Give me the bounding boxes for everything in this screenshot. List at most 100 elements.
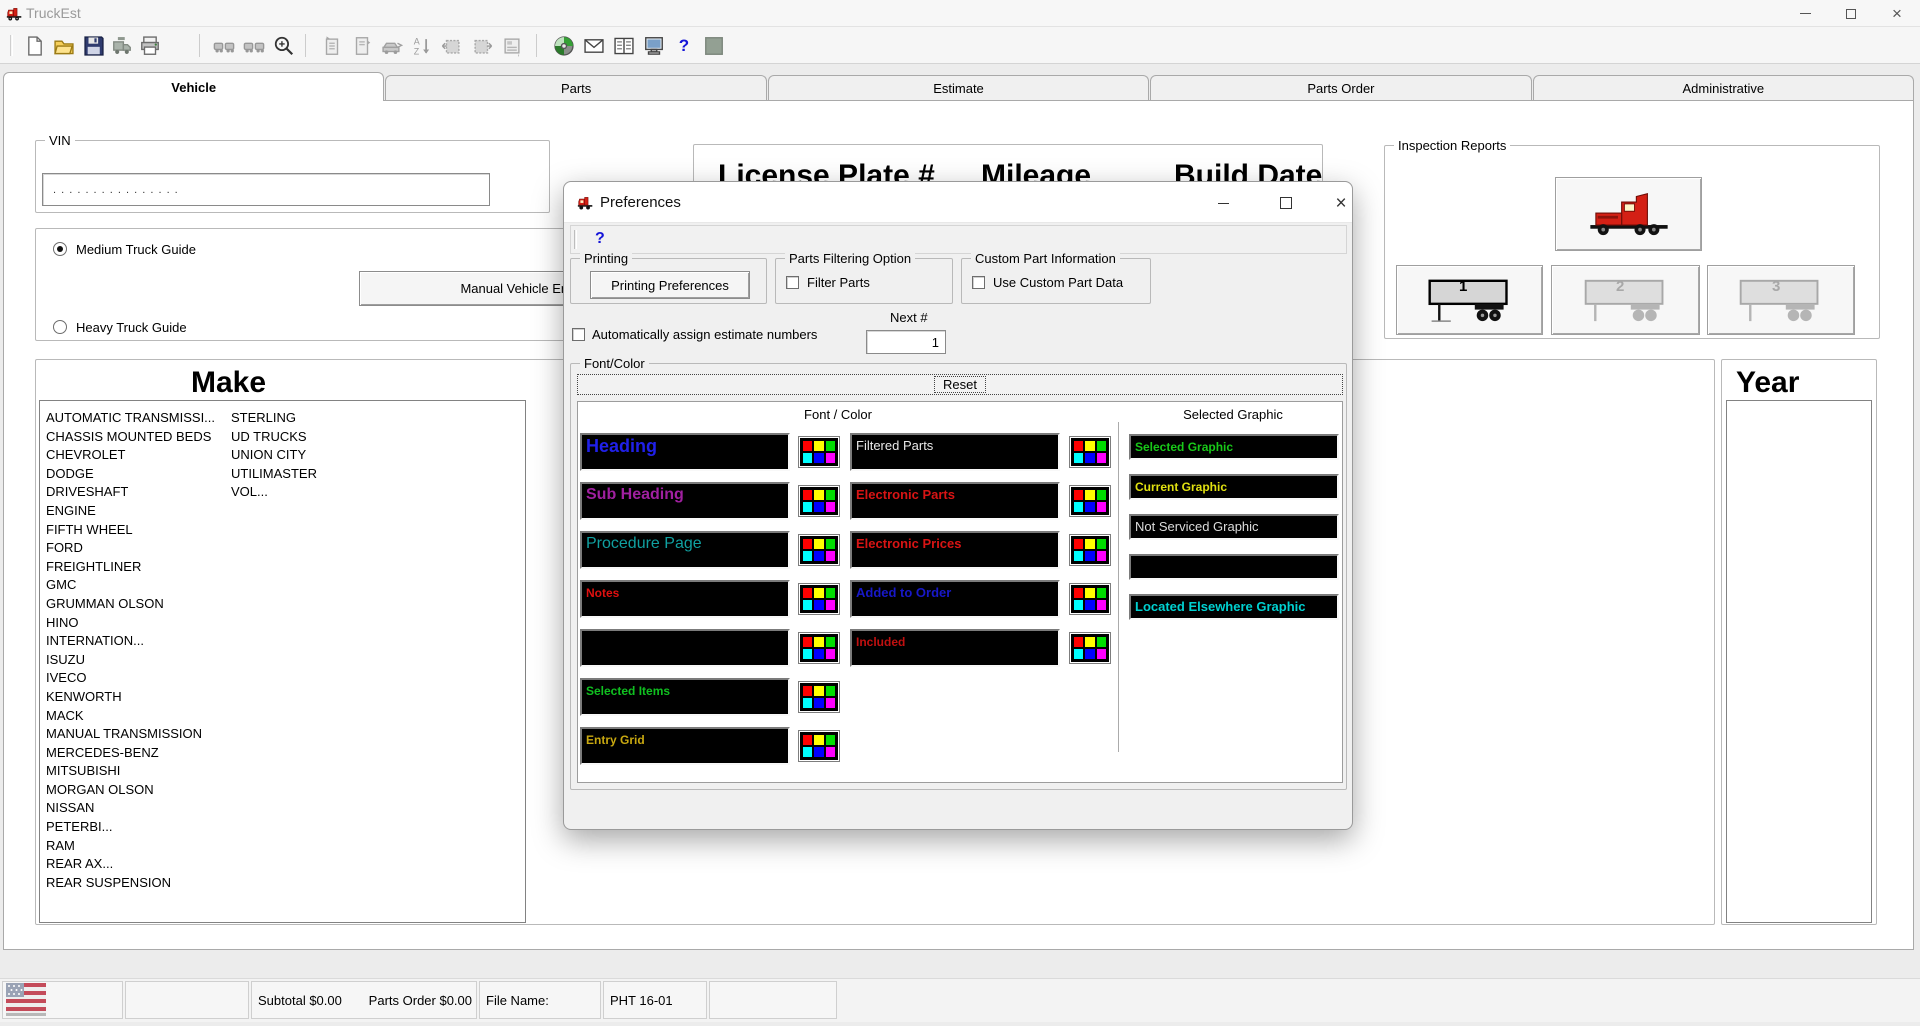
color-swatch-button[interactable] (798, 583, 840, 615)
color-swatch-button[interactable] (1069, 485, 1111, 517)
computer-icon[interactable] (640, 32, 668, 60)
color-swatch-button[interactable] (798, 730, 840, 762)
graphic-previous-icon[interactable] (438, 32, 466, 60)
selected-graphic-style-box[interactable]: Selected Graphic (1129, 434, 1339, 460)
trailer-2-report-button[interactable]: 2 (1551, 265, 1700, 335)
electronic-parts-style-box[interactable]: Electronic Parts (850, 482, 1060, 520)
minimize-button[interactable] (1782, 0, 1828, 27)
save-icon[interactable] (80, 32, 108, 60)
list-item[interactable]: GRUMMAN OLSON (40, 596, 215, 615)
list-item[interactable]: VOL... (225, 484, 317, 503)
print-icon[interactable] (136, 32, 164, 60)
list-item[interactable]: STERLING (225, 410, 317, 429)
color-swatch-button[interactable] (798, 632, 840, 664)
list-item[interactable]: FIFTH WHEEL (40, 522, 215, 541)
notes-style-box[interactable]: Notes (580, 580, 790, 618)
tab-parts-order[interactable]: Parts Order (1150, 75, 1531, 101)
parts-table-icon[interactable] (610, 32, 638, 60)
color-swatch-button[interactable] (1069, 632, 1111, 664)
not-serviced-graphic-style-box[interactable]: Not Serviced Graphic (1129, 514, 1339, 540)
list-item[interactable]: UD TRUCKS (225, 429, 317, 448)
zoom-icon[interactable] (270, 32, 298, 60)
tractor-report-button[interactable] (1555, 177, 1702, 251)
make-listbox[interactable]: AUTOMATIC TRANSMISSI...CHASSIS MOUNTED B… (39, 400, 526, 923)
list-item[interactable]: FORD (40, 540, 215, 559)
heavy-truck-guide-radio[interactable] (53, 320, 67, 334)
printing-preferences-button[interactable]: Printing Preferences (590, 271, 750, 299)
heading-style-box[interactable]: Heading (580, 433, 790, 471)
list-item[interactable]: MACK (40, 708, 215, 727)
filtered-parts-style-box[interactable]: Filtered Parts (850, 433, 1060, 471)
list-item[interactable]: MORGAN OLSON (40, 782, 215, 801)
list-item[interactable]: IVECO (40, 670, 215, 689)
list-item[interactable]: DRIVESHAFT (40, 484, 215, 503)
dialog-minimize-button[interactable] (1208, 190, 1238, 216)
list-item[interactable]: INTERNATION... (40, 633, 215, 652)
list-item[interactable]: KENWORTH (40, 689, 215, 708)
color-swatch-button[interactable] (1069, 583, 1111, 615)
trailer-1-report-button[interactable]: 1 (1396, 265, 1543, 335)
added-to-order-style-box[interactable]: Added to Order (850, 580, 1060, 618)
tab-vehicle[interactable]: Vehicle (3, 72, 384, 101)
entry-grid-style-box[interactable]: Entry Grid (580, 727, 790, 765)
color-swatch-button[interactable] (1069, 534, 1111, 566)
page-setup-icon[interactable]: , (498, 32, 526, 60)
list-item[interactable]: RAM (40, 838, 215, 857)
list-item[interactable]: PETERBI... (40, 819, 215, 838)
reset-button[interactable]: Reset (577, 374, 1343, 395)
list-item[interactable]: REAR AX... (40, 856, 215, 875)
tab-parts[interactable]: Parts (385, 75, 766, 101)
empty-graphic-style-box[interactable] (1129, 554, 1339, 580)
next-number-input[interactable]: 1 (866, 330, 946, 354)
list-item[interactable]: MERCEDES-BENZ (40, 745, 215, 764)
list-item[interactable]: REAR SUSPENSION (40, 875, 215, 894)
open-file-icon[interactable] (50, 32, 78, 60)
empty-style-box[interactable] (580, 629, 790, 667)
close-button[interactable]: × (1874, 0, 1920, 27)
list-item[interactable]: UNION CITY (225, 447, 317, 466)
trailer-3-report-button[interactable]: 3 (1707, 265, 1855, 335)
list-item[interactable]: FREIGHTLINER (40, 559, 215, 578)
color-swatch-button[interactable] (798, 485, 840, 517)
maximize-button[interactable] (1828, 0, 1874, 27)
save-vehicle-icon[interactable] (108, 32, 136, 60)
included-style-box[interactable]: Included (850, 629, 1060, 667)
email-icon[interactable] (580, 32, 608, 60)
use-custom-part-data-checkbox[interactable] (972, 276, 985, 289)
electronic-prices-style-box[interactable]: Electronic Prices (850, 531, 1060, 569)
list-item[interactable]: ISUZU (40, 652, 215, 671)
list-item[interactable]: MANUAL TRANSMISSION (40, 726, 215, 745)
current-graphic-style-box[interactable]: Current Graphic (1129, 474, 1339, 500)
year-listbox[interactable] (1726, 400, 1872, 923)
truck-compare-2-icon[interactable] (240, 32, 268, 60)
tab-estimate[interactable]: Estimate (768, 75, 1149, 101)
color-swatch-button[interactable] (798, 436, 840, 468)
dialog-help-icon[interactable]: ? (595, 230, 605, 248)
color-swatch-button[interactable] (1069, 436, 1111, 468)
color-swatch-icon[interactable] (700, 32, 728, 60)
truck-compare-1-icon[interactable] (210, 32, 238, 60)
list-item[interactable]: NISSAN (40, 800, 215, 819)
list-item[interactable]: AUTOMATIC TRANSMISSI... (40, 410, 215, 429)
auto-assign-checkbox[interactable] (572, 328, 585, 341)
medium-truck-guide-radio[interactable] (53, 242, 67, 256)
selected-items-style-box[interactable]: Selected Items (580, 678, 790, 716)
located-elsewhere-graphic-style-box[interactable]: Located Elsewhere Graphic (1129, 594, 1339, 620)
sort-az-icon[interactable]: AZ (408, 32, 436, 60)
document-icon[interactable] (348, 32, 376, 60)
help-icon[interactable]: ? (670, 32, 698, 60)
graphic-next-icon[interactable] (468, 32, 496, 60)
vehicle-search-icon[interactable] (378, 32, 406, 60)
list-item[interactable]: HINO (40, 615, 215, 634)
list-item[interactable]: MITSUBISHI (40, 763, 215, 782)
color-swatch-button[interactable] (798, 681, 840, 713)
list-item[interactable]: DODGE (40, 466, 215, 485)
parts-cd-icon[interactable] (550, 32, 578, 60)
list-item[interactable]: CHASSIS MOUNTED BEDS (40, 429, 215, 448)
dialog-maximize-button[interactable] (1271, 190, 1301, 216)
tab-administrative[interactable]: Administrative (1533, 75, 1914, 101)
new-document-icon[interactable] (21, 32, 49, 60)
procedure-page-style-box[interactable]: Procedure Page (580, 531, 790, 569)
list-item[interactable]: GMC (40, 577, 215, 596)
list-item[interactable]: ENGINE (40, 503, 215, 522)
